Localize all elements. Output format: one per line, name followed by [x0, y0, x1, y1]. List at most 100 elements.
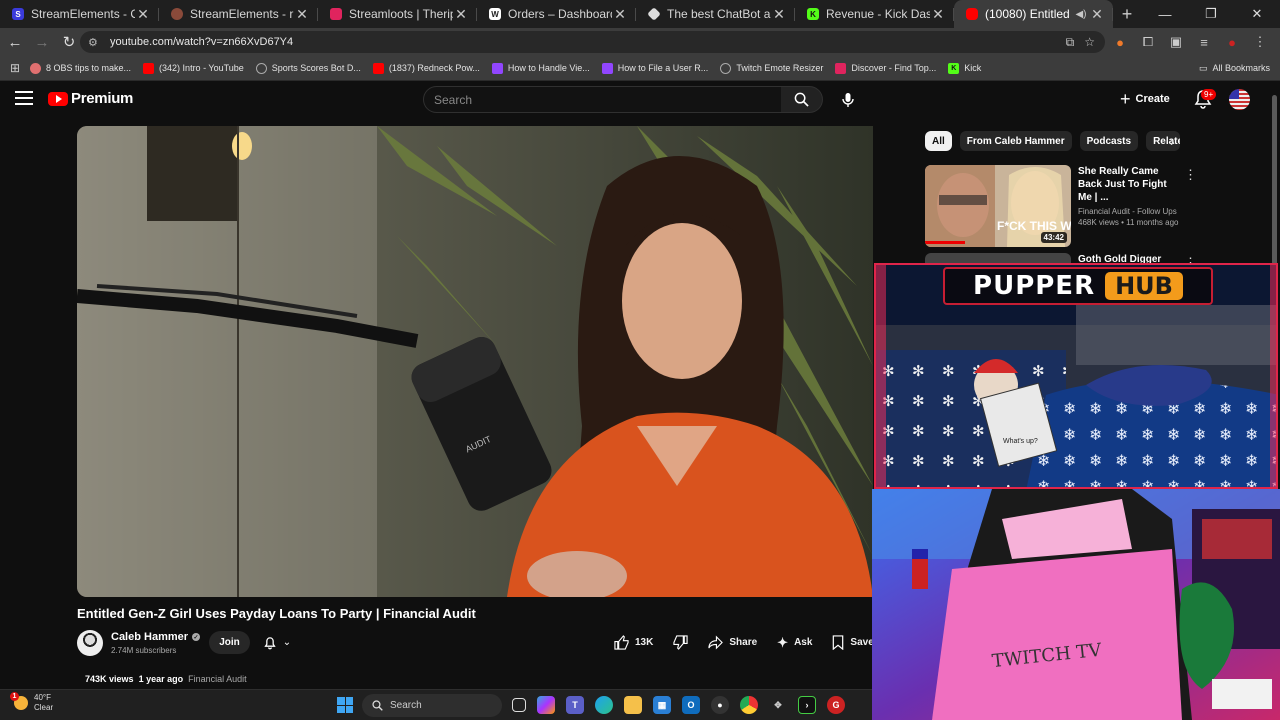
mute-tab-icon[interactable]: ◀): [1073, 9, 1089, 20]
menu-dots-icon[interactable]: ⋮: [1248, 30, 1272, 54]
close-tab-icon[interactable]: ✕: [612, 6, 628, 23]
windows-start-icon[interactable]: [337, 697, 353, 713]
upload-age: 1 year ago: [138, 674, 184, 684]
controller-icon[interactable]: ✥: [769, 696, 787, 714]
close-tab-icon[interactable]: ✕: [930, 6, 946, 23]
close-tab-icon[interactable]: ✕: [294, 6, 310, 23]
close-tab-icon[interactable]: ✕: [135, 6, 151, 23]
extension-icon[interactable]: ●: [1108, 30, 1132, 54]
file-explorer-icon[interactable]: [624, 696, 642, 714]
sidepanel-icon[interactable]: ▣: [1164, 30, 1188, 54]
account-avatar[interactable]: [1229, 89, 1250, 110]
recommendation-item[interactable]: F*CK THIS WOM 43:42 She Really Came Back…: [925, 165, 1270, 249]
youtube-logo[interactable]: Premium: [48, 90, 133, 107]
stream-overlay-facecam: TWITCH TV: [872, 489, 1280, 720]
tab[interactable]: The best ChatBot and Widgets✕: [636, 0, 795, 28]
close-tab-icon[interactable]: ✕: [453, 6, 469, 23]
media-controls-icon[interactable]: ≡: [1192, 30, 1216, 54]
share-icon: [708, 635, 724, 650]
game-app-icon[interactable]: G: [827, 696, 845, 714]
restore-icon[interactable]: ❐: [1188, 0, 1234, 28]
store-icon[interactable]: ▦: [653, 696, 671, 714]
taskbar-apps: T ▦ O ● ✥ › G: [512, 696, 845, 714]
bookmark-item[interactable]: K Kick: [948, 62, 981, 74]
teams-icon[interactable]: T: [566, 696, 584, 714]
chip-from-channel[interactable]: From Caleb Hammer: [959, 131, 1072, 151]
channel-avatar[interactable]: [77, 630, 103, 656]
like-count: 13K: [635, 637, 654, 648]
bookmark-label: (342) Intro - YouTube: [159, 63, 244, 73]
edge-icon[interactable]: [595, 696, 613, 714]
verified-check-icon: ✓: [192, 633, 201, 641]
bookmark-item[interactable]: Sports Scores Bot D...: [255, 62, 361, 74]
forward-icon[interactable]: →: [30, 30, 54, 54]
new-tab-button[interactable]: +: [1113, 0, 1141, 28]
tab[interactable]: K Revenue - Kick Dashboard✕: [795, 0, 954, 28]
address-bar[interactable]: ⚙ youtube.com/watch?v=zn66XvD67Y4 ⧉ ☆: [80, 31, 1105, 53]
recommendation-channel[interactable]: Financial Audit - Follow Ups: [1078, 207, 1183, 216]
video-tag[interactable]: Financial Audit: [188, 674, 247, 684]
share-button[interactable]: Share: [700, 631, 765, 654]
taskbar-search[interactable]: Search: [362, 694, 502, 717]
sparkle-icon: ✦: [777, 634, 789, 650]
search-input[interactable]: Search: [423, 86, 782, 113]
youtube-play-icon: [48, 91, 68, 106]
back-icon[interactable]: ←: [3, 30, 27, 54]
search-button[interactable]: [781, 86, 823, 113]
voice-search-button[interactable]: [834, 86, 861, 113]
install-app-icon[interactable]: ⧉: [1066, 35, 1075, 50]
site-info-icon[interactable]: ⚙: [88, 36, 102, 49]
chip-podcasts[interactable]: Podcasts: [1079, 131, 1139, 151]
bookmark-item[interactable]: How to File a User R...: [601, 62, 708, 74]
bookmark-item[interactable]: How to Handle Vie...: [491, 62, 590, 74]
extensions-puzzle-icon[interactable]: ⧠: [1136, 30, 1160, 54]
weather-widget[interactable]: 1 40°F Clear: [10, 692, 53, 713]
bookmark-star-icon[interactable]: ☆: [1084, 35, 1095, 50]
tab[interactable]: S StreamElements - Overlays✕: [0, 0, 159, 28]
join-button[interactable]: Join: [209, 631, 250, 654]
reload-icon[interactable]: ↻: [57, 30, 81, 54]
weather-temperature: 40°F: [34, 693, 51, 702]
bookmark-item[interactable]: Discover - Find Top...: [835, 62, 937, 74]
more-options-icon[interactable]: ⋮: [1184, 167, 1197, 183]
bookmark-item[interactable]: 8 OBS tips to make...: [30, 62, 131, 74]
obs-icon[interactable]: ●: [711, 696, 729, 714]
copilot-icon[interactable]: [537, 696, 555, 714]
task-view-icon[interactable]: [512, 698, 526, 712]
plus-icon: +: [1120, 88, 1131, 109]
chip-all[interactable]: All: [925, 131, 952, 151]
video-thumbnail[interactable]: F*CK THIS WOM 43:42: [925, 165, 1071, 247]
like-button[interactable]: 13K: [606, 631, 661, 654]
bookmark-item[interactable]: (342) Intro - YouTube: [143, 62, 244, 74]
save-label: Save: [850, 637, 874, 648]
bookmark-item[interactable]: (1837) Redneck Pow...: [372, 62, 480, 74]
ask-button[interactable]: ✦ Ask: [769, 631, 820, 654]
close-tab-icon[interactable]: ✕: [1089, 6, 1105, 23]
video-player[interactable]: AUDIT: [77, 126, 873, 597]
recommendation-title[interactable]: She Really Came Back Just To Fight Me | …: [1078, 165, 1183, 204]
tab[interactable]: StreamElements - rippedredne✕: [159, 0, 318, 28]
profile-avatar-icon[interactable]: ●: [1220, 30, 1244, 54]
logo-text-left: PUPPER: [973, 271, 1096, 301]
hamburger-menu-icon[interactable]: [15, 91, 33, 105]
channel-name[interactable]: Caleb Hammer ✓: [111, 631, 201, 643]
bookmark-label: Discover - Find Top...: [851, 63, 937, 73]
chevron-right-icon[interactable]: ›: [1170, 133, 1175, 149]
outlook-icon[interactable]: O: [682, 696, 700, 714]
dislike-button[interactable]: [665, 631, 696, 654]
create-button[interactable]: + Create: [1120, 88, 1170, 110]
tab-active[interactable]: (10080) Entitled Gen-Z Girl◀)✕: [954, 0, 1113, 28]
tab[interactable]: Streamloots | Therippedredneck✕: [318, 0, 477, 28]
logo-text: Premium: [71, 90, 134, 107]
apps-grid-icon[interactable]: ⊞: [0, 61, 30, 75]
notification-count-badge: 9+: [1201, 89, 1217, 100]
minimize-icon[interactable]: —: [1142, 0, 1188, 28]
close-window-icon[interactable]: ✕: [1234, 0, 1280, 28]
chrome-icon[interactable]: [740, 696, 758, 714]
terminal-icon[interactable]: ›: [798, 696, 816, 714]
tab[interactable]: W Orders – Dashboard ✕: [477, 0, 636, 28]
subscription-bell-button[interactable]: ⌄: [256, 631, 298, 654]
close-tab-icon[interactable]: ✕: [771, 6, 787, 23]
bookmark-item[interactable]: Twitch Emote Resizer: [720, 62, 823, 74]
all-bookmarks-button[interactable]: ▭ All Bookmarks: [1199, 63, 1270, 74]
